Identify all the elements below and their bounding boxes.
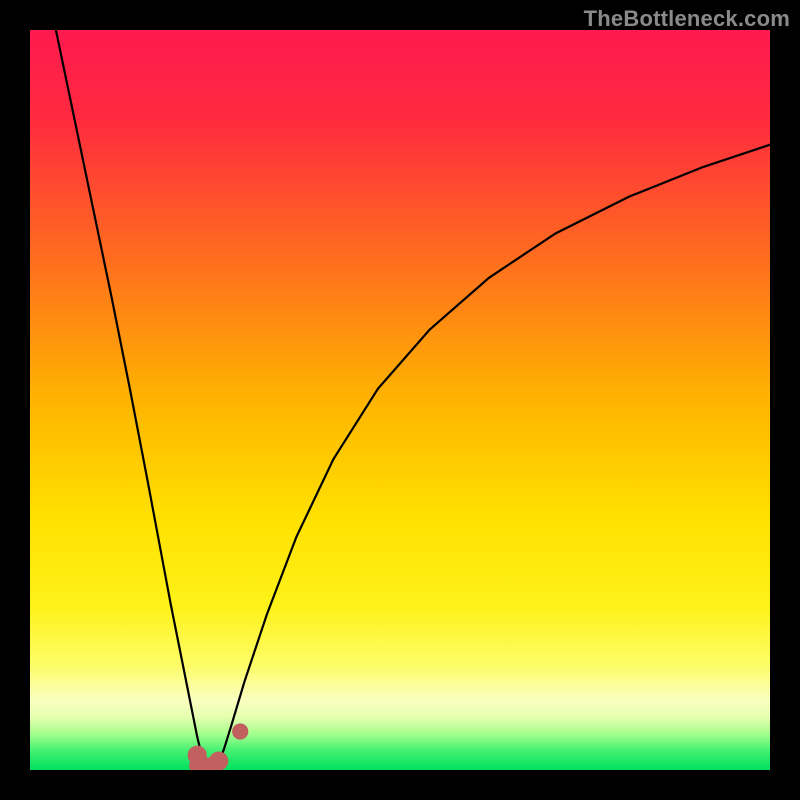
attribution-text: TheBottleneck.com xyxy=(584,6,790,32)
chart-svg xyxy=(30,30,770,770)
marker-point-4 xyxy=(232,723,248,739)
chart-plot-area xyxy=(30,30,770,770)
gradient-background xyxy=(30,30,770,770)
marker-point-3 xyxy=(209,752,228,771)
chart-frame: TheBottleneck.com xyxy=(0,0,800,800)
